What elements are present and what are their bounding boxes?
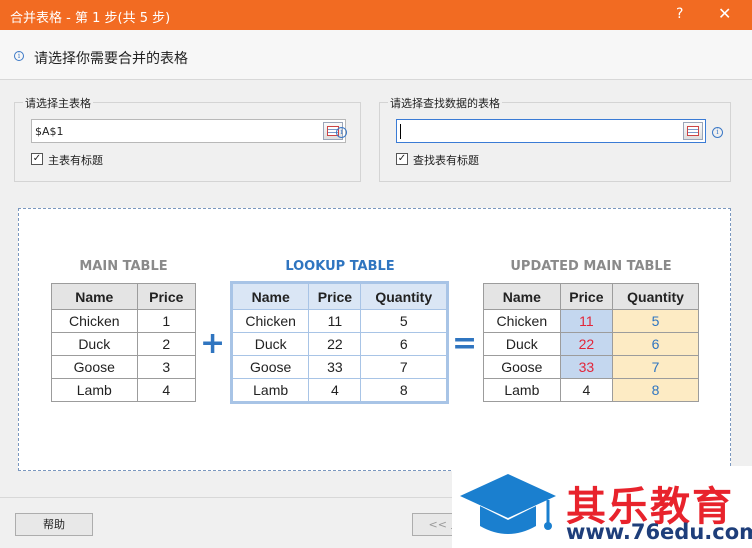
updated-table-cell: Duck bbox=[483, 332, 561, 356]
lookup-table-column-header: Name bbox=[231, 283, 310, 310]
help-button[interactable]: 帮助 bbox=[15, 513, 93, 536]
lookup-table-cell: Duck bbox=[231, 332, 310, 356]
main-table-label: 请选择主表格 bbox=[23, 95, 93, 111]
graduation-cap-icon bbox=[460, 474, 556, 534]
lookup-table-row: Lamb 4 8 bbox=[231, 378, 447, 402]
updated-table-caption: UPDATED MAIN TABLE bbox=[510, 259, 672, 274]
lookup-table-cell: 4 bbox=[308, 378, 362, 402]
main-table-cell: 4 bbox=[136, 378, 197, 402]
updated-table-cell: Chicken bbox=[483, 309, 561, 333]
updated-table-header-row: Name Price Quantity bbox=[483, 283, 699, 310]
updated-table-cell: 22 bbox=[559, 332, 614, 356]
lookup-table-caption: LOOKUP TABLE bbox=[285, 259, 395, 274]
main-table-group: 请选择主表格 $A$1 i ✓ 主表有标题 bbox=[14, 95, 361, 182]
main-table-cell: Duck bbox=[51, 332, 138, 356]
updated-table-column-header: Quantity bbox=[612, 283, 699, 310]
main-table-row: Goose 3 bbox=[51, 355, 197, 379]
updated-table-cell: Lamb bbox=[483, 378, 561, 402]
lookup-table-cell: 11 bbox=[308, 309, 362, 333]
equals-sign: = bbox=[452, 326, 478, 361]
updated-table-cell: 11 bbox=[559, 309, 614, 333]
lookup-table-cell: 7 bbox=[360, 355, 447, 379]
updated-table-column-header: Name bbox=[483, 283, 561, 310]
info-icon: i bbox=[14, 51, 24, 61]
main-table-row: Duck 2 bbox=[51, 332, 197, 356]
updated-table-cell: Goose bbox=[483, 355, 561, 379]
main-table-header-row: Name Price bbox=[51, 283, 197, 310]
lookup-table-row: Chicken 11 5 bbox=[231, 309, 447, 333]
close-button[interactable]: ✕ bbox=[718, 4, 731, 23]
title-bar: 合并表格 - 第 1 步(共 5 步) ? ✕ bbox=[0, 0, 752, 30]
main-table-preview: Name Price Chicken 1 Duck 2 Goose 3 Lamb 4 bbox=[51, 283, 197, 402]
range-select-icon bbox=[687, 126, 699, 136]
updated-table-cell: 4 bbox=[559, 378, 614, 402]
info-icon: i bbox=[336, 127, 347, 138]
info-icon: i bbox=[712, 127, 723, 138]
lookup-table-group: 请选择查找数据的表格 i ✓ 查找表有标题 bbox=[379, 95, 731, 182]
updated-table-row: Duck 22 6 bbox=[483, 332, 699, 356]
main-table-column-header: Price bbox=[136, 283, 197, 310]
updated-table-cell: 8 bbox=[612, 378, 699, 402]
plus-sign: + bbox=[200, 326, 226, 361]
main-table-cell: 1 bbox=[136, 309, 197, 333]
lookup-table-row: Goose 33 7 bbox=[231, 355, 447, 379]
lookup-table-row: Duck 22 6 bbox=[231, 332, 447, 356]
checkbox-checked-icon: ✓ bbox=[31, 153, 43, 165]
main-table-row: Chicken 1 bbox=[51, 309, 197, 333]
lookup-table-cell: 22 bbox=[308, 332, 362, 356]
lookup-table-cell: Lamb bbox=[231, 378, 310, 402]
lookup-table-cell: Goose bbox=[231, 355, 310, 379]
updated-table-cell: 5 bbox=[612, 309, 699, 333]
main-table-column-header: Name bbox=[51, 283, 138, 310]
updated-table-column-header: Price bbox=[559, 283, 614, 310]
lookup-table-cell: Chicken bbox=[231, 309, 310, 333]
updated-table-row: Chicken 11 5 bbox=[483, 309, 699, 333]
main-table-range-value: $A$1 bbox=[35, 125, 64, 138]
range-select-button[interactable] bbox=[683, 122, 703, 140]
updated-table-row: Goose 33 7 bbox=[483, 355, 699, 379]
watermark-url: www.76edu.com bbox=[566, 520, 752, 544]
merge-illustration: MAIN TABLE LOOKUP TABLE UPDATED MAIN TAB… bbox=[18, 208, 731, 471]
checkbox-checked-icon: ✓ bbox=[396, 153, 408, 165]
lookup-table-range-input[interactable] bbox=[396, 119, 706, 143]
lookup-table-cell: 8 bbox=[360, 378, 447, 402]
updated-table-cell: 6 bbox=[612, 332, 699, 356]
main-table-cell: 3 bbox=[136, 355, 197, 379]
updated-table-row: Lamb 4 8 bbox=[483, 378, 699, 402]
lookup-table-column-header: Price bbox=[308, 283, 362, 310]
main-table-range-input[interactable]: $A$1 bbox=[31, 119, 346, 143]
updated-table-cell: 7 bbox=[612, 355, 699, 379]
instruction-header: i 请选择你需要合并的表格 bbox=[0, 30, 752, 80]
updated-table-preview: Name Price Quantity Chicken 11 5 Duck 22 6 Goose 3… bbox=[483, 283, 699, 402]
updated-table-cell: 33 bbox=[559, 355, 614, 379]
main-has-header-label: 主表有标题 bbox=[48, 154, 103, 167]
main-table-cell: Chicken bbox=[51, 309, 138, 333]
lookup-table-cell: 33 bbox=[308, 355, 362, 379]
lookup-table-cell: 5 bbox=[360, 309, 447, 333]
main-table-caption: MAIN TABLE bbox=[79, 259, 168, 274]
lookup-table-preview: Name Price Quantity Chicken 11 5 Duck 22 6 Goose 3… bbox=[230, 281, 449, 404]
main-table-cell: Lamb bbox=[51, 378, 138, 402]
window-title: 合并表格 - 第 1 步(共 5 步) bbox=[10, 11, 171, 26]
main-table-cell: 2 bbox=[136, 332, 197, 356]
main-table-cell: Goose bbox=[51, 355, 138, 379]
help-button[interactable]: ? bbox=[676, 6, 683, 22]
lookup-table-label: 请选择查找数据的表格 bbox=[388, 95, 502, 111]
main-table-row: Lamb 4 bbox=[51, 378, 197, 402]
text-caret bbox=[400, 124, 401, 139]
lookup-has-header-label: 查找表有标题 bbox=[413, 154, 479, 167]
instruction-text: 请选择你需要合并的表格 bbox=[34, 51, 188, 67]
lookup-table-cell: 6 bbox=[360, 332, 447, 356]
watermark: 其乐教育 www.76edu.com bbox=[452, 466, 752, 548]
lookup-table-column-header: Quantity bbox=[360, 283, 447, 310]
lookup-table-header-row: Name Price Quantity bbox=[231, 283, 447, 310]
